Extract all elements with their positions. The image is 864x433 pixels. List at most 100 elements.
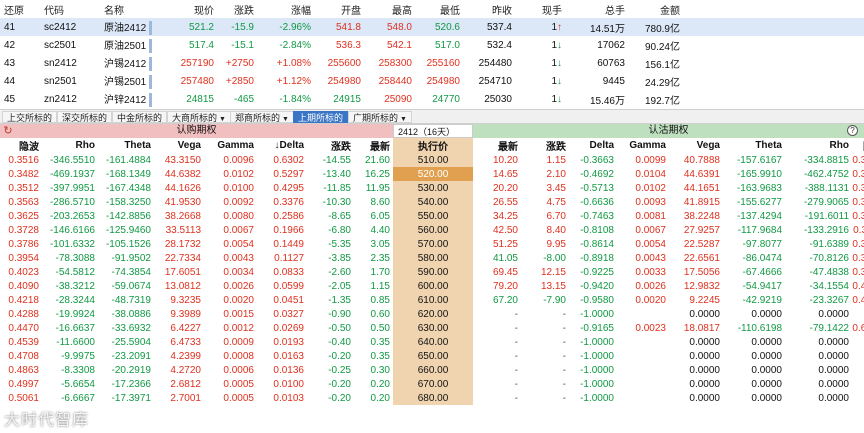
strike-price[interactable]: 650.00: [393, 349, 473, 363]
strike-price[interactable]: 680.00: [393, 391, 473, 405]
strike-price[interactable]: 530.00: [393, 181, 473, 195]
option-row[interactable]: 0.4863 -8.3308 -20.2919 4.2720 0.0006 0.0136 -…: [0, 363, 864, 377]
call-col-header[interactable]: Gamma: [204, 138, 257, 153]
quote-row[interactable]: 44 sn2501 沪锡2501 257480 +2850 +1.12% 254980 25…: [0, 72, 864, 90]
call-col-header[interactable]: Rho: [42, 138, 98, 153]
tab-3[interactable]: 大商所标的 ▼: [167, 111, 231, 123]
option-row[interactable]: 0.3516 -346.5510 -161.4884 43.3150 0.0096 0.6…: [0, 153, 864, 167]
put-cell: -: [514, 378, 518, 390]
option-row[interactable]: 0.4090 -38.3212 -59.0674 13.0812 0.0026 0.059…: [0, 279, 864, 293]
call-col-header[interactable]: ↓Delta: [257, 138, 307, 153]
quote-row[interactable]: 45 zn2412 沪锌2412 24815 -465 -1.84% 24915 25090…: [0, 90, 864, 108]
strike-price[interactable]: 570.00: [393, 237, 473, 251]
put-col-header[interactable]: 涨跌: [521, 138, 569, 153]
quote-col-header[interactable]: 总手: [566, 0, 629, 18]
strike-price[interactable]: 550.00: [393, 209, 473, 223]
quote-col-header[interactable]: 金额: [629, 0, 684, 18]
quote-row[interactable]: 42 sc2501 原油2501 517.4 -15.1 -2.84% 536.3 542.…: [0, 36, 864, 54]
tab-2[interactable]: 中金所标的: [112, 111, 168, 123]
tab-4[interactable]: 郑商所标的 ▼: [230, 111, 294, 123]
expiry-select[interactable]: 2412（16天）: [393, 124, 473, 138]
quote-col-header[interactable]: 还原: [0, 0, 40, 18]
quote-name-text: 沪锌2412: [104, 94, 147, 106]
option-row[interactable]: 0.3563 -286.5710 -158.3250 41.9530 0.0092 0.3…: [0, 195, 864, 209]
strike-price[interactable]: 590.00: [393, 265, 473, 279]
option-row[interactable]: 0.4539 -11.6600 -25.5904 6.4733 0.0009 0.0193…: [0, 335, 864, 349]
call-col-header[interactable]: 隐波: [0, 138, 42, 153]
quote-col-header[interactable]: 最低: [416, 0, 464, 18]
quote-col-header[interactable]: 涨跌: [218, 0, 258, 18]
quote-row[interactable]: 43 sn2412 沪锡2412 257190 +2750 +1.08% 255600 25…: [0, 54, 864, 72]
chevron-down-icon[interactable]: ▼: [219, 116, 226, 123]
strike-price[interactable]: 610.00: [393, 293, 473, 307]
strike-price[interactable]: 640.00: [393, 335, 473, 349]
strike-price[interactable]: 580.00: [393, 251, 473, 265]
call-cell: -8.65: [328, 210, 351, 222]
chevron-down-icon[interactable]: ▼: [400, 116, 407, 123]
strike-price[interactable]: 670.00: [393, 377, 473, 391]
call-cell: -8.3308: [61, 364, 95, 376]
call-col-header[interactable]: Vega: [154, 138, 204, 153]
option-row[interactable]: 0.5061 -6.6667 -17.3971 2.7001 0.0005 0.0103 -…: [0, 391, 864, 405]
call-cell: -48.7319: [111, 294, 151, 306]
call-cell: 9.3235: [170, 294, 201, 306]
tab-5[interactable]: 上期所标的: [293, 111, 349, 123]
option-row[interactable]: 0.4288 -19.9924 -38.0886 9.3989 0.0015 0.0327…: [0, 307, 864, 321]
quote-col-header[interactable]: 昨收: [464, 0, 516, 18]
quote-col-header[interactable]: 代码: [40, 0, 100, 18]
help-icon[interactable]: ?: [847, 125, 858, 136]
option-row[interactable]: 0.4023 -54.5812 -74.3854 17.6051 0.0034 0.083…: [0, 265, 864, 279]
quote-col-header[interactable]: 最高: [365, 0, 416, 18]
put-col-header[interactable]: 最新: [473, 138, 521, 153]
arrow-down-icon: ↓: [557, 75, 562, 87]
strike-price[interactable]: 510.00: [393, 153, 473, 167]
strike-price[interactable]: 540.00: [393, 195, 473, 209]
option-row[interactable]: 0.3786 -101.6332 -105.1526 28.1732 0.0054 0.1…: [0, 237, 864, 251]
strike-price[interactable]: 600.00: [393, 279, 473, 293]
strike-price[interactable]: 660.00: [393, 363, 473, 377]
option-row[interactable]: 0.3625 -203.2653 -142.8856 38.2668 0.0080 0.2…: [0, 209, 864, 223]
put-cell: -137.4294: [736, 210, 782, 222]
strike-price[interactable]: 630.00: [393, 321, 473, 335]
put-col-header[interactable]: Rho: [785, 138, 852, 153]
call-col-header[interactable]: Theta: [98, 138, 154, 153]
strike-price[interactable]: 620.00: [393, 307, 473, 321]
option-row[interactable]: 0.4470 -16.6637 -33.6932 6.4227 0.0012 0.0269…: [0, 321, 864, 335]
option-row[interactable]: 0.3482 -469.1937 -168.1349 44.6382 0.0102 0.5…: [0, 167, 864, 181]
call-cell: -59.0674: [111, 280, 151, 292]
quote-row[interactable]: 41 sc2412 原油2412 521.2 -15.9 -2.96% 541.8 548.…: [0, 18, 864, 36]
call-cell: 44.6382: [164, 168, 201, 180]
strike-col-header[interactable]: 执行价: [393, 138, 473, 153]
strike-price[interactable]: 560.00: [393, 223, 473, 237]
put-col-header[interactable]: Delta: [569, 138, 617, 153]
option-row[interactable]: 0.4708 -9.9975 -23.2091 4.2399 0.0008 0.0163 -…: [0, 349, 864, 363]
quote-cell-idx: 41: [0, 18, 40, 36]
chevron-down-icon[interactable]: ▼: [282, 116, 289, 123]
put-col-header[interactable]: Theta: [723, 138, 785, 153]
put-col-header[interactable]: Gamma: [617, 138, 669, 153]
option-row[interactable]: 0.3728 -146.6166 -125.9460 33.5113 0.0067 0.1…: [0, 223, 864, 237]
quote-cell-amount: 780.9亿: [629, 18, 684, 36]
tab-0[interactable]: 上交所标的: [2, 111, 58, 123]
call-col-header[interactable]: 最新: [354, 138, 393, 153]
quote-table: 还原 代码 名称 现价 涨跌 涨幅 开盘 最高 最低 昨收 现手 总手 金额 41 sc2412 原油241…: [0, 0, 864, 108]
option-row[interactable]: 0.3954 -78.3088 -91.9502 22.7334 0.0043 0.112…: [0, 251, 864, 265]
refresh-icon[interactable]: ↻: [2, 125, 14, 137]
option-row[interactable]: 0.3512 -397.9951 -167.4348 44.1626 0.0100 0.4…: [0, 181, 864, 195]
quote-col-header[interactable]: 涨幅: [258, 0, 315, 18]
call-col-header[interactable]: 涨跌: [307, 138, 354, 153]
strike-price[interactable]: 520.00: [393, 167, 473, 181]
put-col-header[interactable]: Vega: [669, 138, 723, 153]
put-cell: 0.0102: [635, 182, 666, 194]
put-cell: -: [514, 308, 518, 320]
put-col-header[interactable]: 隐波: [852, 138, 864, 153]
tab-1[interactable]: 深交所标的: [57, 111, 113, 123]
quote-col-header[interactable]: 现手: [516, 0, 566, 18]
put-cell: 10.20: [492, 154, 518, 166]
quote-col-header[interactable]: 现价: [168, 0, 218, 18]
tab-6[interactable]: 广期所标的 ▼: [348, 111, 412, 123]
quote-col-header[interactable]: 名称: [100, 0, 168, 18]
option-row[interactable]: 0.4997 -5.6654 -17.2366 2.6812 0.0005 0.0100 -…: [0, 377, 864, 391]
option-row[interactable]: 0.4218 -28.3244 -48.7319 9.3235 0.0020 0.0451…: [0, 293, 864, 307]
quote-col-header[interactable]: 开盘: [315, 0, 365, 18]
